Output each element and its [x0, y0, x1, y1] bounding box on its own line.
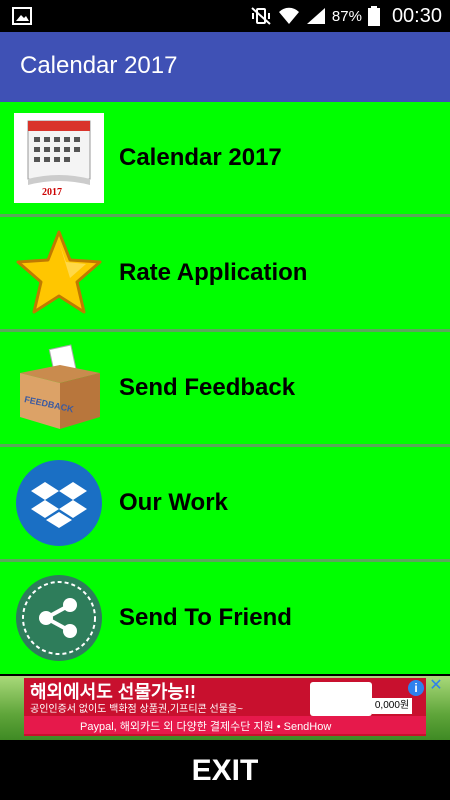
menu-item-rate[interactable]: Rate Application [0, 217, 450, 329]
menu-list: 2017 Calendar 2017 Rate Application FEED… [0, 102, 450, 674]
ad-gift-card [310, 682, 372, 716]
ad-strip-text: Paypal, 해외카드 외 다양한 결제수단 지원 • SendHow [80, 721, 332, 733]
svg-text:2017: 2017 [42, 187, 62, 198]
adchoices-info-icon[interactable]: i [408, 680, 424, 696]
status-time: 00:30 [391, 4, 442, 27]
ad-price: 0,000원 [372, 698, 412, 714]
app-bar: Calendar 2017 [0, 32, 450, 102]
dropbox-icon [14, 458, 104, 548]
menu-item-label: Rate Application [119, 259, 308, 286]
menu-item-label: Our Work [119, 489, 228, 516]
menu-item-label: Send To Friend [119, 604, 292, 631]
menu-item-label: Send Feedback [119, 374, 296, 401]
image-notification-icon [12, 7, 32, 25]
ad-subtext: 공인인증서 없이도 백화점 상품권,기프티콘 선물을~ [30, 704, 243, 715]
exit-label: EXIT [191, 754, 259, 787]
feedback-box-icon: FEEDBACK [14, 343, 104, 433]
vibrate-mute-icon [251, 7, 271, 25]
ad-close-icon[interactable]: ✕ [428, 678, 444, 694]
menu-item-feedback[interactable]: FEEDBACK Send Feedback [0, 332, 450, 444]
star-icon [14, 228, 104, 318]
status-icons: 87% 00:30 [250, 0, 442, 32]
share-icon [14, 573, 104, 663]
signal-icon [306, 8, 325, 24]
battery-percent: 87% [331, 7, 362, 25]
wifi-icon [278, 7, 299, 24]
status-bar: 87% 00:30 [0, 0, 450, 32]
battery-icon [367, 6, 380, 26]
exit-button[interactable]: EXIT [0, 740, 450, 800]
menu-item-label: Calendar 2017 [119, 144, 282, 171]
calendar-icon: 2017 [14, 113, 104, 203]
menu-item-calendar[interactable]: 2017 Calendar 2017 [0, 102, 450, 214]
ad-banner[interactable]: 해외에서도 선물가능!! 공인인증서 없이도 백화점 상품권,기프티콘 선물을~… [0, 676, 450, 740]
menu-item-our-work[interactable]: Our Work [0, 447, 450, 559]
menu-item-send-to-friend[interactable]: Send To Friend [0, 562, 450, 674]
app-title: Calendar 2017 [20, 52, 178, 79]
